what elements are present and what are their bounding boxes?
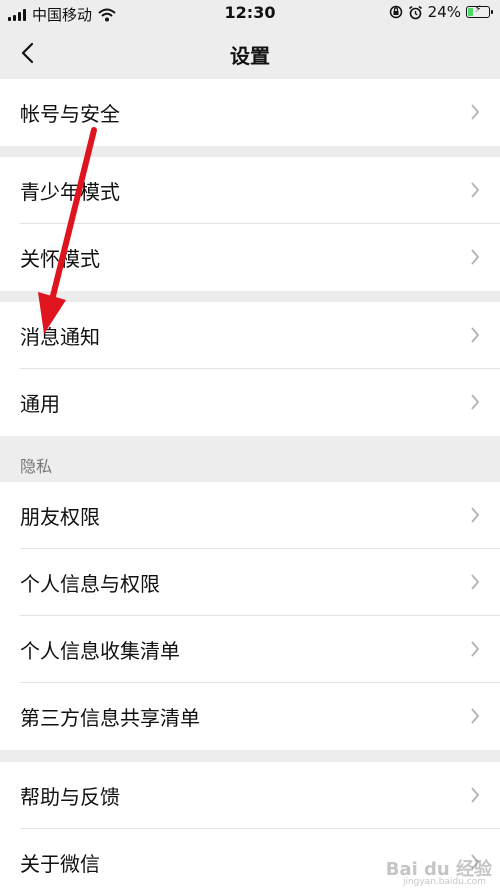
row-label: 个人信息收集清单: [20, 639, 180, 663]
settings-group-account: 帐号与安全: [0, 79, 500, 146]
chevron-right-icon: [471, 249, 480, 265]
row-label: 第三方信息共享清单: [20, 706, 200, 730]
row-personal-info-list[interactable]: 个人信息收集清单: [0, 616, 500, 683]
row-third-party-sharing[interactable]: 第三方信息共享清单: [0, 683, 500, 750]
chevron-right-icon: [471, 104, 480, 120]
chevron-right-icon: [471, 507, 480, 523]
chevron-right-icon: [471, 787, 480, 803]
section-header-privacy: 隐私: [20, 457, 53, 476]
row-label: 朋友权限: [20, 505, 100, 529]
row-help-feedback[interactable]: 帮助与反馈: [0, 762, 500, 829]
chevron-right-icon: [471, 641, 480, 657]
row-label: 通用: [20, 392, 60, 416]
charging-bolt-icon: ⚡: [474, 4, 482, 15]
orientation-lock-icon: [389, 5, 402, 19]
row-friend-permissions[interactable]: 朋友权限: [0, 482, 500, 549]
row-care-mode[interactable]: 关怀模式: [0, 224, 500, 291]
row-label: 关于微信: [20, 852, 100, 876]
row-account-security[interactable]: 帐号与安全: [0, 79, 500, 146]
row-teen-mode[interactable]: 青少年模式: [0, 157, 500, 224]
row-personal-info-permissions[interactable]: 个人信息与权限: [0, 549, 500, 616]
row-label: 帐号与安全: [20, 102, 120, 126]
row-label: 青少年模式: [20, 180, 120, 204]
status-bar: 中国移动 12:30 24% ⚡: [0, 0, 500, 28]
chevron-right-icon: [471, 182, 480, 198]
row-label: 关怀模式: [20, 247, 100, 271]
row-general[interactable]: 通用: [0, 369, 500, 436]
row-notifications[interactable]: 消息通知: [0, 302, 500, 369]
chevron-right-icon: [471, 327, 480, 343]
row-label: 个人信息与权限: [20, 572, 160, 596]
row-label: 帮助与反馈: [20, 785, 120, 809]
row-label: 消息通知: [20, 325, 100, 349]
settings-group-modes: 青少年模式 关怀模式: [0, 157, 500, 291]
nav-bar: 设置: [0, 28, 500, 78]
battery-percent: 24%: [427, 3, 461, 21]
alarm-icon: [408, 5, 422, 19]
chevron-right-icon: [471, 708, 480, 724]
page-title: 设置: [230, 44, 270, 68]
baidu-watermark-sub: jingyan.baidu.com: [402, 877, 486, 887]
status-right: 24% ⚡: [389, 3, 493, 21]
chevron-right-icon: [471, 574, 480, 590]
settings-group-general: 消息通知 通用: [0, 302, 500, 436]
battery-icon: ⚡: [466, 4, 493, 18]
chevron-right-icon: [471, 394, 480, 410]
settings-group-privacy: 朋友权限 个人信息与权限 个人信息收集清单 第三方信息共享清单: [0, 482, 500, 750]
